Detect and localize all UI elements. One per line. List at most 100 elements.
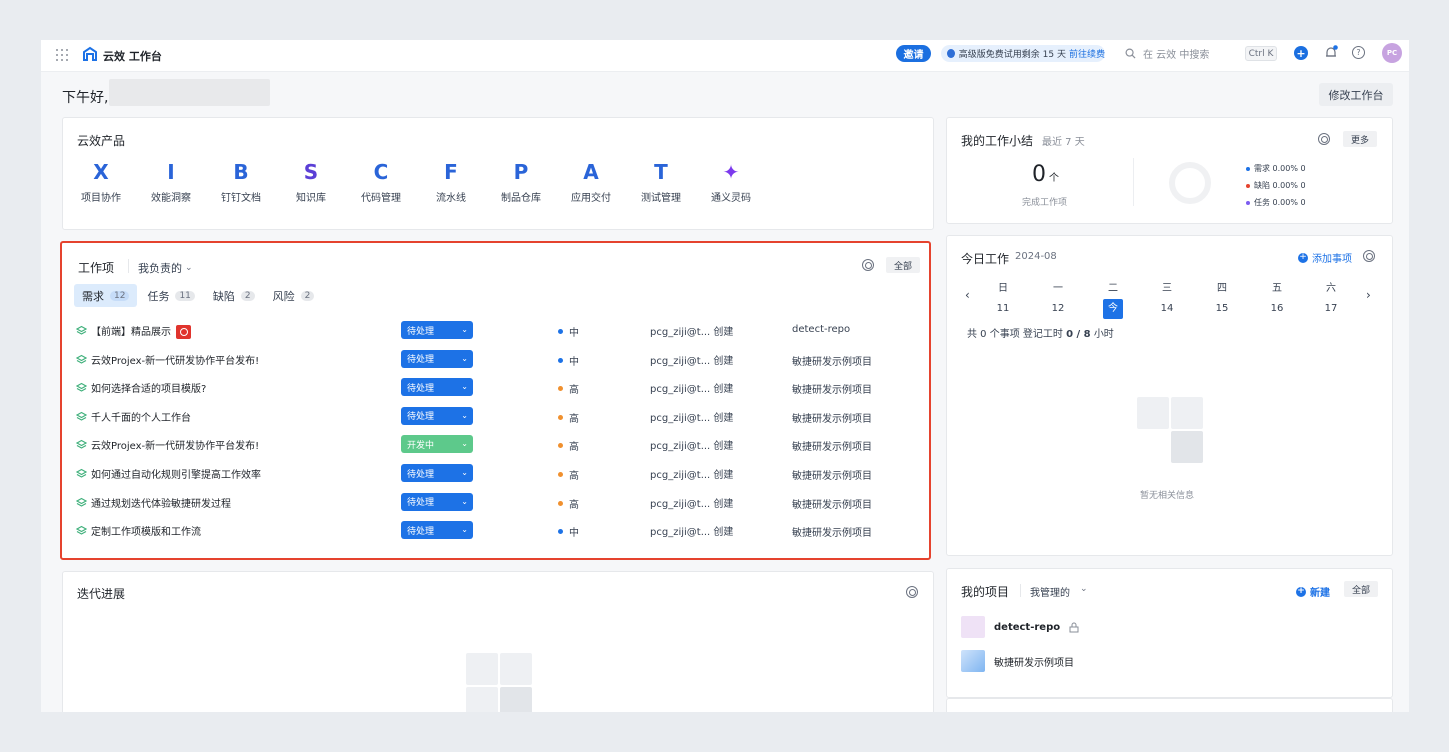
status-dropdown[interactable]: 待处理 ⌄ (401, 492, 473, 511)
project-link[interactable]: 敏捷研发示例项目 (792, 438, 872, 453)
chevron-down-icon: ⌄ (461, 382, 468, 392)
status-dropdown[interactable]: 待处理 ⌄ (401, 521, 473, 540)
invite-button[interactable]: 邀请 (896, 45, 931, 62)
greeting-text: 下午好, (62, 90, 109, 106)
calendar-day[interactable]: 14 (1157, 299, 1177, 319)
product-label: 效能洞察 (151, 193, 191, 204)
table-row[interactable]: 【前端】精品展示 待处理 ⌄ 中 pcg_ziji@t... 创建 detect-repo (62, 317, 929, 345)
calendar-day[interactable]: 15 (1212, 299, 1232, 319)
workitem-title[interactable]: 千人千面的个人工作台 (91, 409, 191, 424)
settings-gear-icon[interactable] (862, 259, 874, 271)
calendar-day[interactable]: 今 (1103, 299, 1123, 319)
product-8[interactable]: A 应用交付 (561, 161, 621, 204)
prev-week-icon[interactable]: ‹ (965, 288, 970, 302)
settings-gear-icon[interactable] (1318, 133, 1330, 145)
bell-icon[interactable] (1324, 45, 1338, 61)
next-week-icon[interactable]: › (1366, 288, 1371, 302)
workitems-title: 工作项 (78, 261, 115, 275)
status-dropdown[interactable]: 待处理 ⌄ (401, 464, 473, 482)
logo-icon[interactable] (82, 46, 98, 62)
plus-icon[interactable]: + (1294, 46, 1308, 60)
table-row[interactable]: 如何通过自动化规则引擎提高工作效率 待处理 ⌄ 高 pcg_ziji@t... 创建 敏捷… (62, 460, 929, 488)
settings-gear-icon[interactable] (1363, 250, 1375, 262)
table-row[interactable]: 如何选择合适的项目模版? 待处理 ⌄ 高 pcg_ziji@t... 创建 敏捷研发示例项… (62, 374, 929, 402)
product-3[interactable]: B 钉钉文档 (211, 161, 271, 204)
settings-gear-icon[interactable] (906, 586, 918, 598)
status-dropdown[interactable]: 开发中 ⌄ (401, 435, 473, 454)
product-9[interactable]: T 测试管理 (631, 161, 691, 204)
creator-name: pcg_ziji@t... (650, 470, 711, 481)
workitem-title[interactable]: 定制工作项模版和工作流 (91, 523, 201, 538)
status-dropdown[interactable]: 待处理 ⌄ (401, 349, 473, 368)
weekday-label: 日 (998, 283, 1008, 294)
add-item-button[interactable]: + 添加事项 (1298, 250, 1352, 265)
creator: pcg_ziji@t... 创建 (650, 437, 733, 452)
product-5[interactable]: C 代码管理 (351, 161, 411, 204)
product-4[interactable]: S 知识库 (281, 161, 341, 204)
workitem-title-text: 通过规划迭代体验敏捷研发过程 (91, 498, 231, 510)
workitem-title[interactable]: 云效Projex-新一代研发协作平台发布! (91, 437, 259, 452)
creator: pcg_ziji@t... 创建 (650, 409, 733, 424)
project-link[interactable]: 敏捷研发示例项目 (792, 381, 872, 396)
apps-grid-icon[interactable] (56, 49, 68, 61)
requirement-type-icon (76, 354, 87, 364)
help-icon[interactable]: ? (1352, 46, 1365, 59)
table-row[interactable]: 定制工作项模版和工作流 待处理 ⌄ 中 pcg_ziji@t... 创建 敏捷研发示例项目 (62, 517, 929, 545)
project-link[interactable]: detect-repo (792, 324, 850, 335)
calendar-day[interactable]: 12 (1048, 299, 1068, 319)
workitems-filter-dropdown[interactable]: 我负责的 ⌄ (138, 260, 193, 276)
workitem-title-text: 千人千面的个人工作台 (91, 412, 191, 424)
workitem-title-text: 云效Projex-新一代研发协作平台发布! (91, 355, 260, 367)
priority: 中 (558, 353, 579, 368)
all-button[interactable]: 全部 (1344, 581, 1379, 597)
tab-4[interactable]: 风险 2 (265, 284, 323, 307)
tab-2[interactable]: 任务 11 (139, 284, 202, 307)
edit-workbench-button[interactable]: 修改工作台 (1319, 83, 1393, 106)
new-project-button[interactable]: + 新建 (1296, 584, 1330, 599)
project-link[interactable]: 敏捷研发示例项目 (792, 410, 872, 425)
calendar-day[interactable]: 16 (1267, 299, 1287, 319)
projects-title: 我的项目 (961, 585, 1010, 599)
project-item[interactable]: 敏捷研发示例项目 (961, 650, 1074, 672)
today-stats-prefix: 共 0 个事项 登记工时 (967, 329, 1063, 340)
status-dropdown[interactable]: 待处理 ⌄ (401, 321, 473, 339)
project-link[interactable]: 敏捷研发示例项目 (792, 524, 872, 539)
calendar-day[interactable]: 11 (993, 299, 1013, 319)
workitem-title[interactable]: 如何通过自动化规则引擎提高工作效率 (91, 466, 261, 481)
search-box[interactable]: 在 云效 中搜索 (1125, 46, 1209, 61)
trial-banner[interactable]: 高级版免费试用剩余 15 天 前往续费 (941, 45, 1105, 62)
product-icon: T (654, 160, 668, 184)
creator-name: pcg_ziji@t... (650, 441, 711, 453)
projects-filter-dropdown[interactable]: 我管理的 ⌄ (1030, 584, 1088, 599)
more-button[interactable]: 更多 (1343, 131, 1378, 147)
app-title[interactable]: 云效 工作台 (103, 48, 162, 64)
workitem-title[interactable]: 如何选择合适的项目模版? (91, 380, 206, 395)
workitem-title[interactable]: 通过规划迭代体验敏捷研发过程 (91, 495, 231, 510)
status-dropdown[interactable]: 待处理 ⌄ (401, 378, 473, 397)
priority-dot (558, 472, 563, 477)
workitem-title[interactable]: 【前端】精品展示 (91, 323, 191, 339)
product-6[interactable]: F 流水线 (421, 161, 481, 204)
table-row[interactable]: 通过规划迭代体验敏捷研发过程 待处理 ⌄ 高 pcg_ziji@t... 创建 敏捷研发示… (62, 489, 929, 517)
product-10[interactable]: ✦ 通义灵码 (701, 161, 761, 204)
calendar-day[interactable]: 17 (1321, 299, 1341, 319)
workitem-title[interactable]: 云效Projex-新一代研发协作平台发布! (91, 352, 259, 367)
project-item[interactable]: detect-repo (961, 616, 1079, 638)
table-row[interactable]: 云效Projex-新一代研发协作平台发布! 开发中 ⌄ 高 pcg_ziji@t... … (62, 431, 929, 459)
tab-3[interactable]: 缺陷 2 (205, 284, 263, 307)
avatar[interactable]: PC (1382, 43, 1402, 63)
product-7[interactable]: P 制品仓库 (491, 161, 551, 204)
status-dropdown[interactable]: 待处理 ⌄ (401, 406, 473, 425)
project-link[interactable]: 敏捷研发示例项目 (792, 496, 872, 511)
product-icon: P (513, 160, 529, 184)
tab-1[interactable]: 需求 12 (74, 284, 138, 307)
table-row[interactable]: 千人千面的个人工作台 待处理 ⌄ 高 pcg_ziji@t... 创建 敏捷研发示例项目 (62, 403, 929, 431)
renew-link[interactable]: 前往续费 (1069, 47, 1105, 60)
project-link[interactable]: 敏捷研发示例项目 (792, 467, 872, 482)
all-button[interactable]: 全部 (886, 257, 921, 273)
product-2[interactable]: I 效能洞察 (141, 161, 201, 204)
product-1[interactable]: X 项目协作 (71, 161, 131, 204)
tab-label: 缺陷 (212, 289, 235, 303)
project-link[interactable]: 敏捷研发示例项目 (792, 353, 872, 368)
table-row[interactable]: 云效Projex-新一代研发协作平台发布! 待处理 ⌄ 中 pcg_ziji@t... … (62, 346, 929, 374)
